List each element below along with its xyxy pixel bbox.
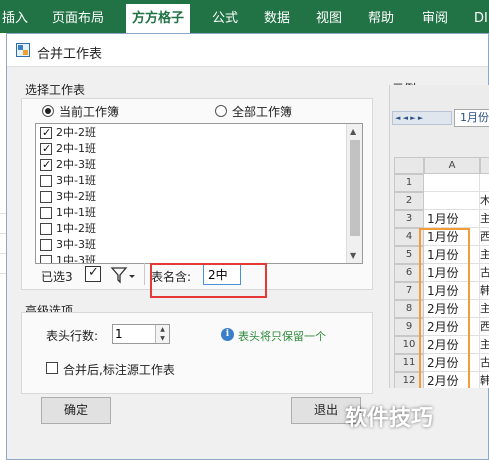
toolbar-separator xyxy=(144,263,145,285)
example-highlight-box xyxy=(419,228,470,388)
sheet-checkbox[interactable] xyxy=(40,255,52,263)
cell-b: 木 xyxy=(480,192,489,210)
sheet-nav-arrows: ◄ ◄ ► ► xyxy=(392,111,452,125)
sheet-checkbox[interactable] xyxy=(40,239,52,251)
cell-b: 主 xyxy=(480,246,489,264)
cell-b: 韩 xyxy=(480,282,489,300)
app-icon xyxy=(16,43,30,57)
sheet-checkbox[interactable] xyxy=(40,223,52,235)
sheet-checkbox[interactable] xyxy=(40,175,52,187)
cell-b xyxy=(480,174,489,192)
mark-source-checkbox[interactable] xyxy=(46,362,58,374)
row-header: 1 xyxy=(394,174,424,192)
radio-current-label: 当前工作簿 xyxy=(59,105,120,119)
example-sheet-tab: 1月份 xyxy=(454,109,489,127)
cell-b: 古 xyxy=(480,264,489,282)
radio-all-label: 全部工作簿 xyxy=(232,105,293,119)
cell-a xyxy=(424,174,480,192)
sheet-checkbox[interactable] xyxy=(40,125,52,141)
sheet-checkbox[interactable] xyxy=(40,157,52,173)
mark-source-label: 合并后,标注源工作表 xyxy=(63,363,175,377)
sheet-list-item[interactable]: 3中-1班 xyxy=(40,173,340,189)
ribbon-tab-view[interactable]: 视图 xyxy=(316,0,342,33)
sheet-list-item[interactable]: 3中-3班 xyxy=(40,237,340,253)
ribbon-tab-data[interactable]: 数据 xyxy=(264,0,290,33)
sheet-checkbox[interactable] xyxy=(40,207,52,219)
select-section-label: 选择工作表 xyxy=(25,83,86,97)
selected-count: 已选3 xyxy=(41,270,73,284)
sheet-checkbox[interactable] xyxy=(40,141,52,157)
sheet-list-item[interactable]: 2中-2班 xyxy=(40,125,340,141)
corner-header xyxy=(394,157,424,174)
sheet-list-item[interactable]: 2中-1班 xyxy=(40,141,340,157)
sheet-list-item[interactable]: 1中-1班 xyxy=(40,205,340,221)
example-preview: ◄ ◄ ► ► 1月份 A 1 2 木 3 1月份 主 4 1月份 西 5 1月… xyxy=(389,85,489,388)
watermark: 软件技巧 xyxy=(345,406,434,431)
scroll-up-icon[interactable]: ▲ xyxy=(350,127,356,136)
stepper-down-icon[interactable]: ▼ xyxy=(155,334,169,343)
cell-b: 主 xyxy=(480,300,489,318)
ribbon-tab-fangfang[interactable]: 方方格子 xyxy=(126,4,191,33)
cell-b: 主 xyxy=(480,210,489,228)
ok-button[interactable]: 确定 xyxy=(41,397,111,424)
sheet-list-item[interactable]: 3中-2班 xyxy=(40,189,340,205)
sheet-checkbox[interactable] xyxy=(40,191,52,203)
header-rows-stepper[interactable]: ▲ ▼ xyxy=(112,324,170,344)
cell-a xyxy=(424,192,480,210)
list-scrollbar[interactable]: ▲ ▼ xyxy=(346,124,362,263)
header-rows-input[interactable] xyxy=(115,326,153,342)
dialog-title: 合并工作表 xyxy=(37,47,103,62)
info-text: 表头将只保留一个 xyxy=(238,330,326,343)
radio-all-workbooks[interactable] xyxy=(215,105,227,117)
sheet-list-item[interactable]: 1中-2班 xyxy=(40,221,340,237)
cell-a: 1月份 xyxy=(424,210,480,228)
cell-b: 西 xyxy=(480,228,489,246)
ribbon-tab-review[interactable]: 审阅 xyxy=(422,0,448,33)
column-header-b xyxy=(480,157,489,174)
ribbon-tab-help[interactable]: 帮助 xyxy=(368,0,394,33)
radio-current-workbook[interactable] xyxy=(42,105,54,117)
cell-b: 西 xyxy=(480,318,489,336)
filter-dropdown-button[interactable] xyxy=(110,266,138,284)
filter-icon xyxy=(110,267,135,284)
header-rows-label: 表头行数: xyxy=(46,329,99,343)
row-header: 2 xyxy=(394,192,424,210)
stepper-up-icon[interactable]: ▲ xyxy=(155,325,169,334)
sheet-listbox[interactable]: 2中-2班 2中-1班 2中-3班 3中-1班 3中-2班 1中-1班 1中-2… xyxy=(35,123,363,264)
select-all-check-icon[interactable] xyxy=(85,265,101,282)
ribbon-tab-insert[interactable]: 插入 xyxy=(2,0,28,33)
annotation-highlight-box xyxy=(150,263,267,298)
row-header: 3 xyxy=(394,210,424,228)
ribbon-tab-di[interactable]: DI xyxy=(474,0,488,33)
sheet-list-item[interactable]: 2中-3班 xyxy=(40,157,340,173)
ribbon-tab-formulas[interactable]: 公式 xyxy=(212,0,238,33)
scroll-down-icon[interactable]: ▼ xyxy=(350,251,356,260)
cell-b: 古 xyxy=(480,354,489,372)
ribbon: 插入 页面布局 方方格子 公式 数据 视图 帮助 审阅 DI xyxy=(0,0,489,33)
scroll-thumb[interactable] xyxy=(350,140,360,236)
advanced-groupbox xyxy=(21,312,373,394)
dialog-titlebar[interactable]: 合并工作表 xyxy=(7,34,488,67)
ribbon-tab-page-layout[interactable]: 页面布局 xyxy=(52,0,104,33)
cell-b: 韩 xyxy=(480,372,489,388)
info-icon: i xyxy=(221,328,234,341)
column-header-a: A xyxy=(424,157,480,174)
cell-b: 主 xyxy=(480,336,489,354)
